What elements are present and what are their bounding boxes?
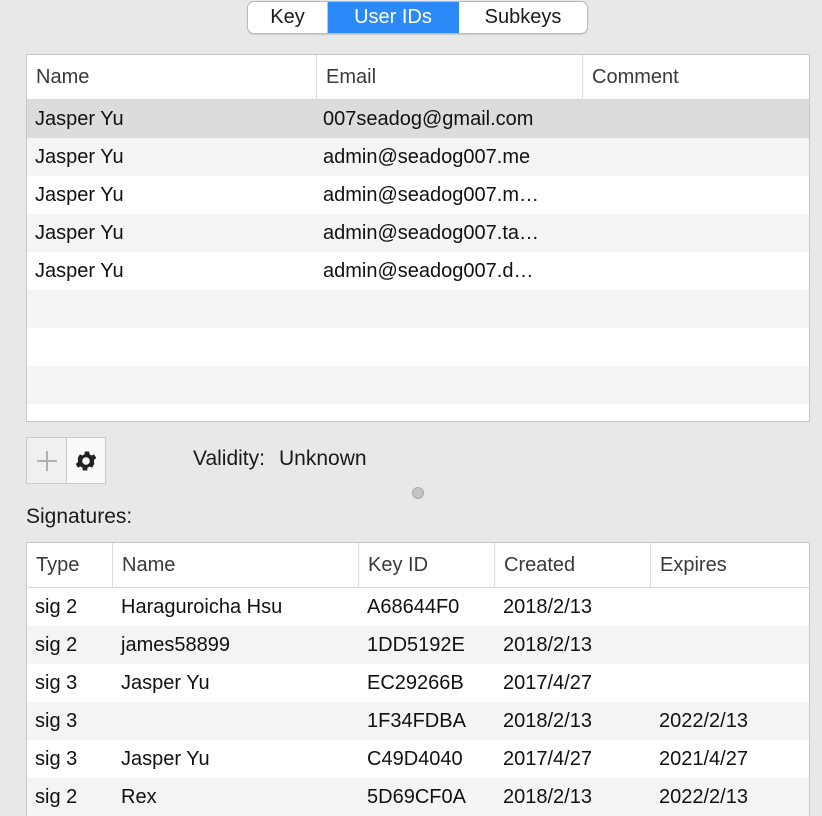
- signature-type: sig 2: [35, 786, 78, 808]
- signature-row[interactable]: sig 3 1F34FDBA 2018/2/13 2022/2/13: [27, 702, 809, 740]
- tab-user-ids[interactable]: User IDs: [328, 2, 459, 33]
- signature-name: [113, 702, 359, 740]
- signature-key-id: 5D69CF0A: [367, 786, 466, 808]
- column-header-type[interactable]: Type: [27, 543, 113, 587]
- signature-created: 2017/4/27: [503, 748, 592, 770]
- empty-row: [27, 290, 809, 328]
- user-id-actions: [26, 437, 106, 484]
- column-header-key-id[interactable]: Key ID: [359, 543, 495, 587]
- tab-subkeys[interactable]: Subkeys: [459, 2, 587, 33]
- user-id-name: Jasper Yu: [35, 222, 124, 244]
- user-ids-table: Name Email Comment Jasper Yu 007seadog@g…: [26, 54, 810, 422]
- column-header-email[interactable]: Email: [317, 55, 583, 99]
- signature-name: Haraguroicha Hsu: [121, 596, 283, 618]
- signature-expires: [651, 664, 809, 702]
- column-header-comment[interactable]: Comment: [583, 55, 809, 99]
- signature-row[interactable]: sig 2 james58899 1DD5192E 2018/2/13: [27, 626, 809, 664]
- user-id-row[interactable]: Jasper Yu admin@seadog007.d…: [27, 252, 809, 290]
- validity-value: Unknown: [278, 447, 367, 470]
- column-header-created[interactable]: Created: [495, 543, 651, 587]
- signature-name: Rex: [121, 786, 157, 808]
- signatures-table: Type Name Key ID Created Expires sig 2 H…: [26, 542, 810, 816]
- settings-button[interactable]: [66, 437, 106, 484]
- plus-icon: [36, 450, 57, 471]
- signatures-body: sig 2 Haraguroicha Hsu A68644F0 2018/2/1…: [27, 588, 809, 816]
- validity-label: Validity:: [193, 447, 265, 470]
- tab-key[interactable]: Key: [248, 2, 328, 33]
- user-id-row[interactable]: Jasper Yu admin@seadog007.m…: [27, 176, 809, 214]
- empty-row: [27, 328, 809, 366]
- user-id-email: admin@seadog007.me: [323, 146, 531, 168]
- signature-key-id: 1F34FDBA: [367, 710, 466, 732]
- signature-expires: 2022/2/13: [659, 786, 748, 808]
- add-user-id-button[interactable]: [26, 437, 66, 484]
- signature-row[interactable]: sig 2 Haraguroicha Hsu A68644F0 2018/2/1…: [27, 588, 809, 626]
- signature-created: 2018/2/13: [503, 634, 592, 656]
- user-id-email: admin@seadog007.m…: [323, 184, 539, 206]
- signature-row[interactable]: sig 3 Jasper Yu EC29266B 2017/4/27: [27, 664, 809, 702]
- user-id-comment: [573, 138, 799, 176]
- signature-key-id: 1DD5192E: [367, 634, 465, 656]
- user-id-email: admin@seadog007.d…: [323, 260, 534, 282]
- signature-type: sig 3: [35, 672, 78, 694]
- empty-row: [27, 366, 809, 404]
- gear-icon: [75, 450, 97, 471]
- validity-display: Validity: Unknown: [193, 447, 367, 471]
- user-id-comment: [573, 100, 799, 138]
- user-id-comment: [573, 214, 799, 252]
- signature-expires: 2021/4/27: [659, 748, 748, 770]
- user-id-row[interactable]: Jasper Yu admin@seadog007.ta…: [27, 214, 809, 252]
- signature-created: 2018/2/13: [503, 596, 592, 618]
- signature-created: 2017/4/27: [503, 672, 592, 694]
- signature-type: sig 2: [35, 596, 78, 618]
- signature-key-id: EC29266B: [367, 672, 464, 694]
- column-header-name[interactable]: Name: [113, 543, 359, 587]
- signature-row[interactable]: sig 3 Jasper Yu C49D4040 2017/4/27 2021/…: [27, 740, 809, 778]
- user-id-email: 007seadog@gmail.com: [323, 108, 534, 130]
- signature-created: 2018/2/13: [503, 710, 592, 732]
- signatures-header: Type Name Key ID Created Expires: [27, 543, 809, 588]
- column-header-expires[interactable]: Expires: [651, 543, 809, 587]
- user-id-name: Jasper Yu: [35, 260, 124, 282]
- signature-key-id: C49D4040: [367, 748, 463, 770]
- signature-name: Jasper Yu: [121, 748, 210, 770]
- signature-type: sig 2: [35, 634, 78, 656]
- user-id-row[interactable]: Jasper Yu admin@seadog007.me: [27, 138, 809, 176]
- empty-row: [27, 404, 809, 421]
- column-header-name[interactable]: Name: [27, 55, 317, 99]
- signature-created: 2018/2/13: [503, 786, 592, 808]
- user-id-comment: [573, 252, 799, 290]
- signature-type: sig 3: [35, 710, 78, 732]
- signature-expires: 2022/2/13: [659, 710, 748, 732]
- user-id-row[interactable]: Jasper Yu 007seadog@gmail.com: [27, 100, 809, 138]
- user-id-name: Jasper Yu: [35, 108, 124, 130]
- signatures-label: Signatures:: [26, 505, 133, 528]
- user-ids-header: Name Email Comment: [27, 55, 809, 100]
- split-view-handle[interactable]: [412, 487, 424, 499]
- signature-row[interactable]: sig 2 Rex 5D69CF0A 2018/2/13 2022/2/13: [27, 778, 809, 816]
- user-id-name: Jasper Yu: [35, 184, 124, 206]
- tab-bar: Key User IDs Subkeys: [247, 1, 588, 34]
- signature-name: james58899: [121, 634, 230, 656]
- signature-key-id: A68644F0: [367, 596, 460, 618]
- user-id-email: admin@seadog007.ta…: [323, 222, 539, 244]
- signature-expires: [651, 588, 809, 626]
- user-ids-body: Jasper Yu 007seadog@gmail.com Jasper Yu …: [27, 100, 809, 421]
- signature-name: Jasper Yu: [121, 672, 210, 694]
- user-id-name: Jasper Yu: [35, 146, 124, 168]
- signature-type: sig 3: [35, 748, 78, 770]
- signature-expires: [651, 626, 809, 664]
- user-id-comment: [573, 176, 799, 214]
